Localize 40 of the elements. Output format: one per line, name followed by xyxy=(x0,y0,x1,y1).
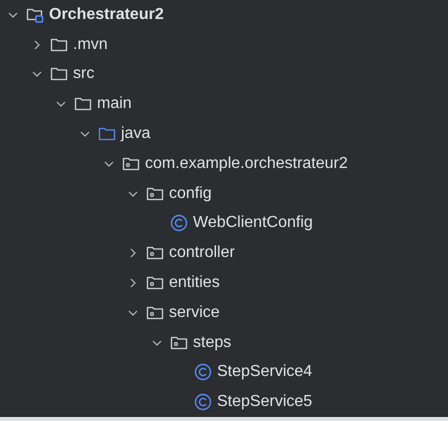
tree-item-label[interactable]: steps xyxy=(193,330,232,355)
chevron-down-icon[interactable] xyxy=(32,69,42,80)
tree-item-label[interactable]: src xyxy=(73,62,94,86)
folder-icon xyxy=(50,66,68,82)
package-icon xyxy=(146,304,164,321)
folder-icon xyxy=(74,96,92,112)
class-icon xyxy=(194,393,212,412)
tree-item-label[interactable]: WebClientConfig xyxy=(193,211,313,236)
chevron-right-icon[interactable] xyxy=(128,278,138,288)
class-icon xyxy=(194,363,212,382)
tree-item-label[interactable]: controller xyxy=(169,241,235,266)
folder-icon xyxy=(50,36,68,53)
chevron-down-icon[interactable] xyxy=(128,188,138,199)
class-icon xyxy=(170,214,188,232)
chevron-down-icon[interactable] xyxy=(80,129,90,140)
package-icon xyxy=(170,334,188,351)
chevron-down-icon[interactable] xyxy=(152,338,162,348)
chevron-right-icon[interactable] xyxy=(32,40,42,50)
chevron-down-icon[interactable] xyxy=(128,308,138,318)
chevron-down-icon[interactable] xyxy=(104,158,114,169)
scroll-bar[interactable] xyxy=(0,417,448,421)
chevron-right-icon[interactable] xyxy=(128,248,138,258)
tree-item-label[interactable]: entities xyxy=(169,271,220,296)
package-icon xyxy=(122,156,140,172)
folder-icon xyxy=(98,126,116,142)
tree-item-label[interactable]: service xyxy=(169,300,220,325)
tree-item-label[interactable]: main xyxy=(97,92,132,116)
tree-item-label[interactable]: Orchestrateur2 xyxy=(49,2,164,27)
tree-item-label[interactable]: config xyxy=(169,182,212,206)
tree-item-label[interactable]: StepService5 xyxy=(217,390,312,414)
tree-item-label[interactable]: com.example.orchestrateur2 xyxy=(145,152,348,176)
tree-item-label[interactable]: java xyxy=(121,122,150,146)
folder-icon xyxy=(26,6,44,23)
package-icon xyxy=(146,275,164,292)
tree-item-label[interactable]: .mvn xyxy=(73,32,108,57)
package-icon xyxy=(146,245,164,262)
chevron-down-icon[interactable] xyxy=(8,10,18,20)
tree-item-label[interactable]: StepService4 xyxy=(217,360,312,384)
package-icon xyxy=(146,186,164,202)
chevron-down-icon[interactable] xyxy=(56,99,66,110)
